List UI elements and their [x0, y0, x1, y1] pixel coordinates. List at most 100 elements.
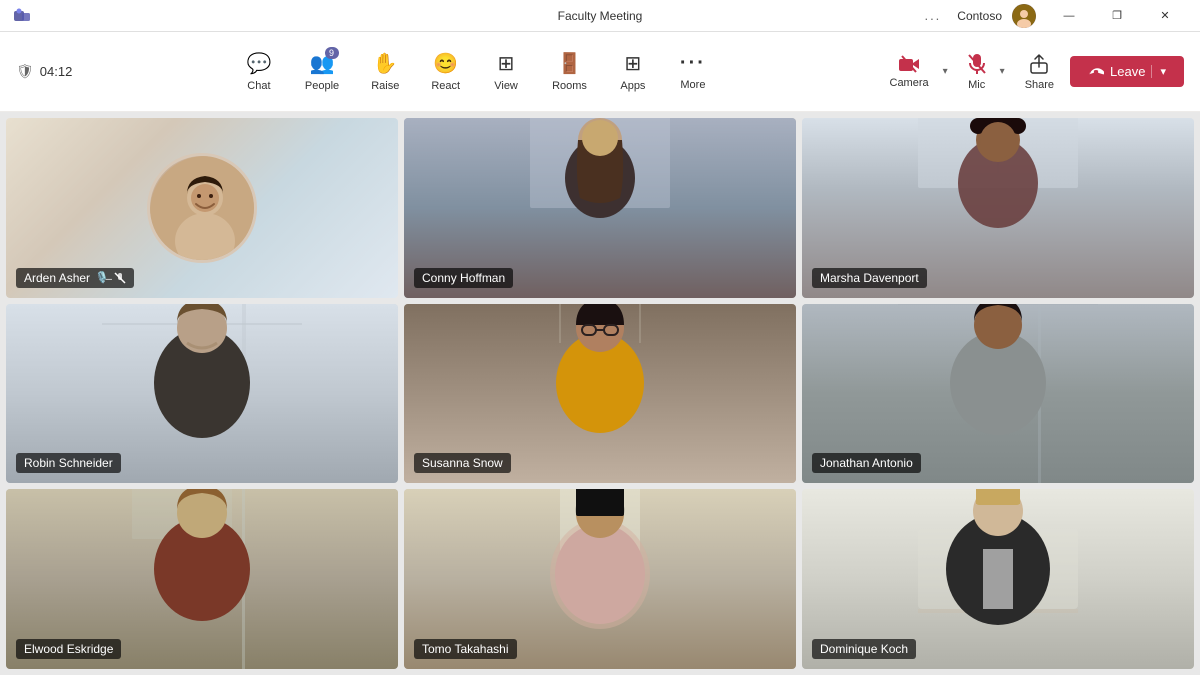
people-button[interactable]: 👥 9 People — [291, 45, 353, 98]
toolbar-center: 💬 Chat 👥 9 People ✋ Raise 😊 React ⊞ View — [231, 45, 721, 98]
avatar-face — [150, 156, 257, 263]
video-tile-conny-hoffman[interactable]: Conny Hoffman — [404, 118, 796, 298]
participant-name-label: Marsha Davenport — [812, 268, 927, 288]
leave-label: Leave — [1110, 64, 1145, 79]
participant-avatar — [147, 153, 257, 263]
video-tile-robin-schneider[interactable]: Robin Schneider — [6, 304, 398, 484]
toolbar: 🛡 04:12 💬 Chat 👥 9 People ✋ Raise 😊 Reac… — [0, 32, 1200, 112]
raise-icon: ✋ — [373, 51, 398, 76]
camera-label: Camera — [890, 77, 929, 89]
close-btn[interactable]: ✕ — [1142, 0, 1188, 32]
participant-silhouette — [500, 304, 700, 484]
chat-icon: 💬 — [246, 51, 271, 76]
camera-icon — [898, 55, 920, 73]
video-tile-tomo-takahashi[interactable]: Tomo Takahashi — [404, 489, 796, 669]
participant-silhouette — [102, 489, 302, 669]
video-tile-arden-asher[interactable]: Arden Asher 🎙️̶ — [6, 118, 398, 298]
more-icon: ··· — [680, 52, 706, 75]
participant-silhouette — [102, 304, 302, 484]
rooms-icon: 🚪 — [557, 51, 582, 76]
meeting-title: Faculty Meeting — [558, 9, 643, 23]
video-grid: Arden Asher 🎙️̶ Conny Hoffman — [0, 112, 1200, 675]
participant-name-text: Conny Hoffman — [422, 271, 505, 285]
chat-label: Chat — [247, 80, 270, 92]
more-options-btn[interactable]: ... — [918, 8, 947, 23]
people-label: People — [305, 80, 339, 92]
participant-name-text: Susanna Snow — [422, 456, 503, 470]
participant-name-label: Arden Asher 🎙️̶ — [16, 268, 134, 288]
share-button[interactable]: Share — [1015, 47, 1064, 97]
leave-chevron-icon[interactable]: ▾ — [1151, 65, 1166, 78]
participant-name-label: Dominique Koch — [812, 639, 916, 659]
title-bar: Faculty Meeting ... Contoso — ❐ ✕ — [0, 0, 1200, 32]
rooms-label: Rooms — [552, 80, 587, 92]
apps-icon: ⊞ — [625, 51, 642, 76]
react-label: React — [431, 80, 460, 92]
video-tile-elwood-eskridge[interactable]: Elwood Eskridge — [6, 489, 398, 669]
video-tile-susanna-snow[interactable]: Susanna Snow — [404, 304, 796, 484]
raise-label: Raise — [371, 80, 399, 92]
mic-button[interactable]: Mic — [958, 47, 996, 97]
participant-name-label: Robin Schneider — [16, 453, 121, 473]
meeting-timer: 04:12 — [40, 64, 73, 79]
participant-name-text: Arden Asher — [24, 271, 90, 285]
participant-name-text: Elwood Eskridge — [24, 642, 113, 656]
view-label: View — [494, 80, 518, 92]
muted-icon: 🎙️̶ — [95, 271, 109, 284]
participant-name-text: Tomo Takahashi — [422, 642, 509, 656]
people-icon-wrap: 👥 9 — [310, 51, 335, 76]
mic-icon — [968, 53, 986, 75]
view-icon: ⊞ — [498, 51, 515, 76]
participant-name-label: Susanna Snow — [414, 453, 511, 473]
participant-name-text: Robin Schneider — [24, 456, 113, 470]
view-button[interactable]: ⊞ View — [478, 45, 534, 98]
mic-muted-icon — [114, 272, 126, 284]
toolbar-right: Camera ▾ Mic ▾ Share — [880, 47, 1185, 97]
mic-label: Mic — [968, 79, 985, 91]
video-tile-jonathan-antonio[interactable]: Jonathan Antonio — [802, 304, 1194, 484]
participant-name-label: Tomo Takahashi — [414, 639, 517, 659]
participant-name-text: Marsha Davenport — [820, 271, 919, 285]
react-button[interactable]: 😊 React — [417, 45, 474, 98]
people-count-badge: 9 — [325, 47, 339, 59]
more-label: More — [680, 79, 705, 91]
leave-button[interactable]: Leave ▾ — [1070, 56, 1184, 87]
video-tile-dominique-koch[interactable]: Dominique Koch — [802, 489, 1194, 669]
participant-name-label: Conny Hoffman — [414, 268, 513, 288]
share-label: Share — [1025, 79, 1054, 91]
window-controls: — ❐ ✕ — [1046, 0, 1188, 32]
participant-name-text: Dominique Koch — [820, 642, 908, 656]
participant-silhouette — [898, 304, 1098, 484]
camera-chevron-button[interactable]: ▾ — [939, 60, 952, 83]
rooms-button[interactable]: 🚪 Rooms — [538, 45, 601, 98]
avatar-image — [1012, 4, 1036, 28]
phone-icon — [1088, 66, 1104, 78]
participant-silhouette — [500, 489, 700, 669]
shield-icon: 🛡 — [16, 63, 34, 80]
apps-label: Apps — [620, 80, 645, 92]
timer-section: 🛡 04:12 — [16, 63, 72, 80]
participant-silhouette — [898, 489, 1098, 669]
minimize-btn[interactable]: — — [1046, 0, 1092, 32]
video-tile-marsha-davenport[interactable]: Marsha Davenport — [802, 118, 1194, 298]
mic-chevron-button[interactable]: ▾ — [996, 60, 1009, 83]
user-avatar[interactable] — [1012, 4, 1036, 28]
participant-name-label: Elwood Eskridge — [16, 639, 121, 659]
title-bar-left — [12, 6, 32, 26]
participant-silhouette — [500, 118, 700, 298]
camera-button-group: Camera ▾ — [880, 49, 952, 95]
apps-button[interactable]: ⊞ Apps — [605, 45, 661, 98]
title-bar-right: ... Contoso — ❐ ✕ — [918, 0, 1188, 32]
participant-name-label: Jonathan Antonio — [812, 453, 921, 473]
maximize-btn[interactable]: ❐ — [1094, 0, 1140, 32]
share-icon — [1028, 53, 1050, 75]
chat-button[interactable]: 💬 Chat — [231, 45, 287, 98]
participant-silhouette — [898, 118, 1098, 298]
more-button[interactable]: ··· More — [665, 46, 721, 97]
camera-button[interactable]: Camera — [880, 49, 939, 95]
react-icon: 😊 — [433, 51, 458, 76]
teams-logo-icon — [12, 6, 32, 26]
raise-button[interactable]: ✋ Raise — [357, 45, 413, 98]
mic-button-group: Mic ▾ — [958, 47, 1009, 97]
participant-name-text: Jonathan Antonio — [820, 456, 913, 470]
